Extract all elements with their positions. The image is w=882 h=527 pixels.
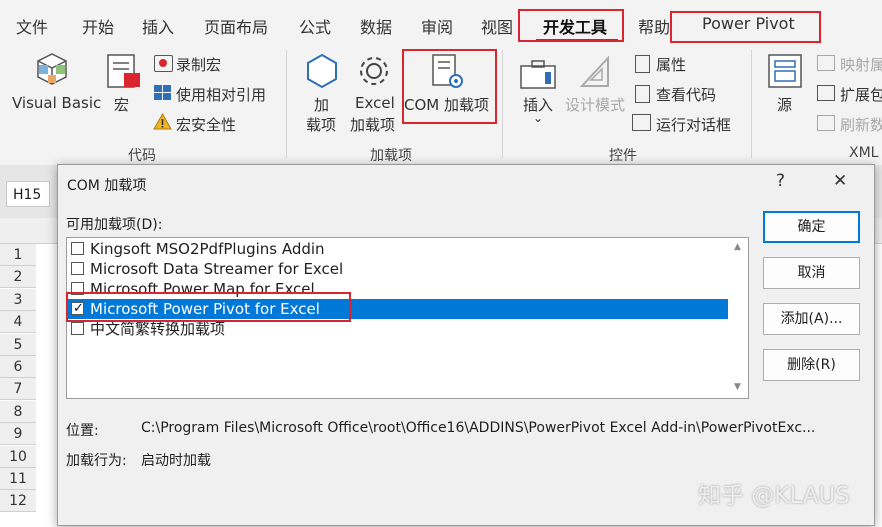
macros-button[interactable]: 宏: [114, 94, 129, 115]
tab-review[interactable]: 审阅: [421, 14, 453, 38]
row-header[interactable]: 11: [0, 468, 36, 490]
select-all-corner[interactable]: [0, 218, 36, 244]
group-separator: [502, 50, 503, 158]
refresh-data-icon: [817, 115, 835, 131]
tab-help[interactable]: 帮助: [638, 14, 670, 38]
macro-security-button[interactable]: 宏安全性: [176, 114, 236, 135]
scroll-up-icon[interactable]: ▲: [734, 242, 741, 252]
tab-view[interactable]: 视图: [481, 14, 513, 38]
row-header[interactable]: 6: [0, 356, 36, 378]
source-button[interactable]: 源: [777, 94, 792, 115]
row-header[interactable]: 2: [0, 266, 36, 289]
tab-formulas[interactable]: 公式: [299, 14, 331, 38]
addins-button-line2[interactable]: 载项: [306, 114, 336, 135]
row-header[interactable]: 3: [0, 288, 36, 311]
power-pivot-tab-highlight: [670, 11, 821, 43]
scroll-down-icon[interactable]: ▼: [734, 382, 741, 392]
view-code-icon: [635, 85, 650, 103]
controls-group-name: 控件: [609, 148, 637, 164]
row-header[interactable]: 4: [0, 311, 36, 334]
ok-button[interactable]: 确定: [763, 211, 860, 243]
watermark: 知乎 @KLAUS: [698, 483, 850, 509]
checkbox[interactable]: [71, 262, 84, 275]
row-header[interactable]: 8: [0, 400, 36, 423]
excel-addins-gear-icon: [355, 52, 393, 94]
tab-insert[interactable]: 插入: [142, 14, 174, 38]
list-item[interactable]: Microsoft Data Streamer for Excel: [68, 259, 728, 279]
list-item[interactable]: Kingsoft MSO2PdfPlugins Addin: [68, 239, 728, 259]
tab-file[interactable]: 文件: [16, 14, 48, 38]
source-icon: [766, 52, 804, 94]
remove-button[interactable]: 删除(R): [763, 349, 860, 381]
cancel-button[interactable]: 取消: [763, 257, 860, 289]
add-button[interactable]: 添加(A)...: [763, 303, 860, 335]
location-label: 位置:: [66, 423, 99, 439]
macros-icon: [104, 52, 144, 96]
excel-addins-line1[interactable]: Excel: [355, 94, 395, 112]
tab-data[interactable]: 数据: [360, 14, 392, 38]
name-box[interactable]: H15: [6, 181, 50, 207]
com-addins-dialog: COM 加载项 ? ✕ 可用加载项(D): Kingsoft MSO2PdfPl…: [57, 164, 875, 526]
warning-icon: [153, 112, 172, 134]
list-label: 可用加载项(D):: [66, 217, 163, 233]
load-behavior-label: 加载行为:: [66, 453, 127, 469]
help-icon[interactable]: ?: [776, 171, 785, 191]
checkbox[interactable]: [71, 322, 84, 335]
row-header[interactable]: 7: [0, 378, 36, 401]
developer-tab-highlight: [518, 9, 624, 42]
record-macro-button[interactable]: 录制宏: [176, 54, 221, 75]
properties-button[interactable]: 属性: [656, 54, 686, 75]
relative-refs-button[interactable]: 使用相对引用: [176, 84, 266, 105]
addins-icon: [303, 52, 341, 94]
map-properties-icon: [817, 55, 835, 71]
map-properties-button[interactable]: 映射属: [840, 54, 882, 75]
visual-basic-button[interactable]: Visual Basic: [12, 94, 101, 112]
tab-home[interactable]: 开始: [82, 14, 114, 38]
view-code-button[interactable]: 查看代码: [656, 84, 716, 105]
relative-refs-icon: [154, 85, 171, 100]
row-header[interactable]: 1: [0, 244, 36, 266]
xml-group-name: XML: [849, 145, 879, 161]
ribbon: 文件 开始 插入 页面布局 公式 数据 审阅 视图 开发工具 帮助 Power …: [0, 0, 882, 165]
list-scrollbar[interactable]: ▲ ▼: [730, 239, 747, 397]
group-separator: [751, 50, 752, 158]
tab-page-layout[interactable]: 页面布局: [204, 14, 268, 38]
addins-group-name: 加载项: [370, 148, 412, 164]
row-header[interactable]: 5: [0, 333, 36, 356]
com-addins-highlight: [402, 49, 497, 124]
record-macro-icon: [154, 55, 173, 72]
run-dialog-button[interactable]: 运行对话框: [656, 114, 731, 135]
design-mode-button[interactable]: 设计模式: [565, 94, 625, 115]
expansion-packs-button[interactable]: 扩展包: [840, 84, 882, 105]
refresh-data-button[interactable]: 刷新数: [840, 114, 882, 135]
load-behavior-value: 启动时加载: [141, 453, 211, 469]
close-icon[interactable]: ✕: [833, 171, 847, 191]
excel-addins-line2[interactable]: 加载项: [350, 114, 395, 135]
addins-button-line1[interactable]: 加: [314, 94, 329, 115]
design-mode-icon: [578, 52, 612, 94]
chevron-down-icon[interactable]: ⌄: [533, 111, 543, 125]
power-pivot-item-highlight: [66, 292, 351, 322]
visual-basic-icon: [30, 52, 74, 96]
list-item[interactable]: 中文简繁转换加载项: [68, 319, 728, 339]
group-separator: [286, 50, 287, 158]
code-group-name: 代码: [128, 148, 156, 164]
row-header[interactable]: 10: [0, 445, 36, 468]
location-value: C:\Program Files\Microsoft Office\root\O…: [141, 420, 816, 436]
toolbox-icon: [519, 58, 557, 96]
expansion-packs-icon: [817, 85, 835, 101]
dialog-title: COM 加载项: [67, 178, 147, 194]
checkbox[interactable]: [71, 242, 84, 255]
properties-icon: [635, 55, 650, 73]
run-dialog-icon: [632, 114, 651, 131]
row-header[interactable]: 9: [0, 423, 36, 446]
row-header[interactable]: 12: [0, 490, 36, 513]
